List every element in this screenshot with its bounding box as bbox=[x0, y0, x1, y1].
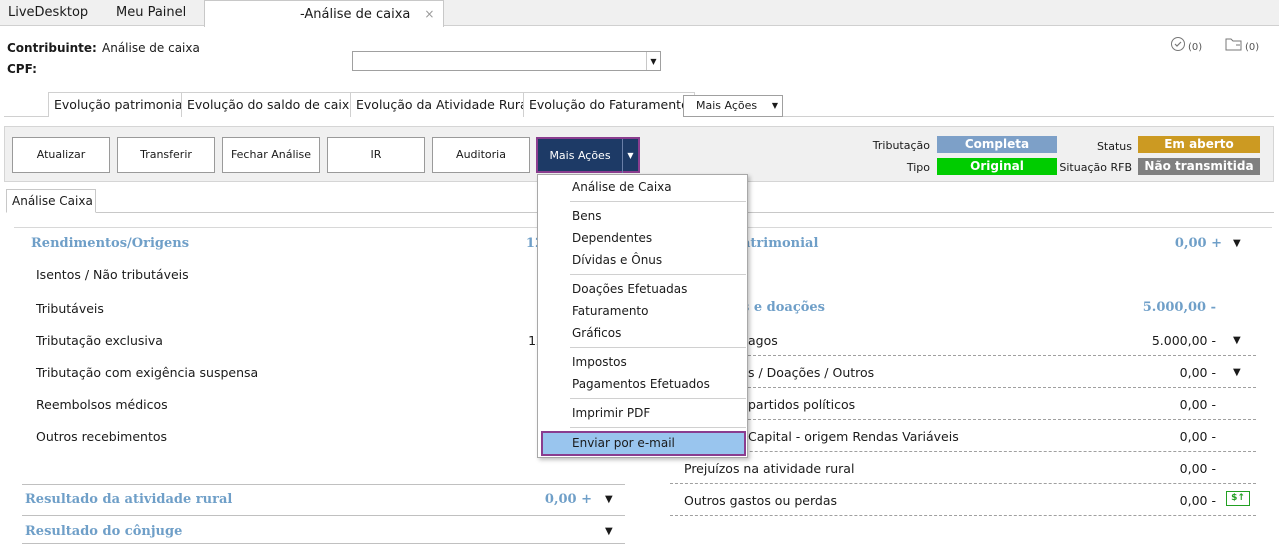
contribuinte-label: Contribuinte: bbox=[7, 41, 97, 55]
check-circle-icon[interactable] bbox=[1170, 36, 1186, 52]
patrimonial-value: 0,00 + bbox=[1174, 236, 1222, 251]
resultado-rural-title[interactable]: Resultado da atividade rural bbox=[25, 492, 232, 507]
doacoes-title[interactable]: s e doações bbox=[742, 300, 825, 315]
fechar-analise-button[interactable]: Fechar Análise bbox=[222, 137, 320, 173]
mais-acoes-label: Mais Ações bbox=[549, 149, 611, 162]
row-doacoes-outros-value: 0,00 - bbox=[1179, 365, 1216, 380]
row-tributacao-exclusiva-label: Tributação exclusiva bbox=[36, 333, 163, 348]
divider-line bbox=[22, 484, 625, 485]
row-separator bbox=[670, 451, 1256, 452]
row-separator bbox=[748, 387, 1256, 388]
row-prejuizos-label: Prejuízos na atividade rural bbox=[684, 461, 855, 476]
row-isentos-label: Isentos / Não tributáveis bbox=[36, 267, 189, 282]
row-outros-gastos-label: Outros gastos ou perdas bbox=[684, 493, 837, 508]
caret-down-icon[interactable]: ▼ bbox=[1233, 367, 1241, 378]
subtab-evolucao-patrimonial[interactable]: Evolução patrimonial bbox=[48, 92, 192, 117]
subtab-evolucao-faturamento[interactable]: Evolução do Faturamento bbox=[523, 92, 695, 117]
menu-separator bbox=[570, 347, 746, 348]
row-reembolsos-label: Reembolsos médicos bbox=[36, 397, 168, 412]
tributacao-badge: Completa bbox=[937, 136, 1057, 153]
contribuinte-value: Análise de caixa bbox=[102, 41, 200, 55]
menu-separator bbox=[570, 427, 746, 428]
tab-analise-caixa[interactable]: -Análise de caixa × bbox=[204, 0, 444, 27]
menu-separator bbox=[570, 398, 746, 399]
subtab-mais-acoes-label: Mais Ações bbox=[696, 99, 758, 112]
menu-item-bens[interactable]: Bens bbox=[572, 209, 601, 223]
caret-down-icon: ▼ bbox=[771, 101, 778, 110]
menu-item-enviar-email[interactable]: Enviar por e-mail bbox=[541, 431, 746, 456]
resultado-rural-value: 0,00 + bbox=[544, 492, 592, 507]
menu-item-faturamento[interactable]: Faturamento bbox=[572, 304, 648, 318]
menu-item-dividas[interactable]: Dívidas e Ônus bbox=[572, 253, 662, 267]
row-capital-label: Capital - origem Rendas Variáveis bbox=[748, 429, 959, 444]
menu-item-dependentes[interactable]: Dependentes bbox=[572, 231, 652, 245]
tab-meu-painel[interactable]: Meu Painel bbox=[110, 0, 192, 26]
row-outros-gastos-value: 0,00 - bbox=[1179, 493, 1216, 508]
caret-down-icon[interactable]: ▼ bbox=[1233, 238, 1241, 249]
row-partidos-value: 0,00 - bbox=[1179, 397, 1216, 412]
ir-button[interactable]: IR bbox=[327, 137, 425, 173]
money-up-label: $↑ bbox=[1231, 493, 1245, 503]
folder-icon[interactable] bbox=[1225, 36, 1243, 52]
subtab-mais-acoes-select[interactable]: Mais Ações ▼ bbox=[683, 95, 783, 117]
menu-item-doacoes[interactable]: Doações Efetuadas bbox=[572, 282, 687, 296]
caret-down-icon[interactable]: ▼ bbox=[605, 494, 613, 505]
row-separator bbox=[670, 515, 1256, 516]
menu-item-analise-caixa[interactable]: Análise de Caixa bbox=[572, 180, 672, 194]
row-pagos-label: agos bbox=[748, 333, 778, 348]
row-separator bbox=[748, 419, 1256, 420]
menu-item-impostos[interactable]: Impostos bbox=[572, 355, 627, 369]
row-exigencia-suspensa-label: Tributação com exigência suspensa bbox=[36, 365, 259, 380]
mais-acoes-menu: Análise de Caixa Bens Dependentes Dívida… bbox=[537, 174, 748, 458]
rendimentos-title[interactable]: Rendimentos/Origens bbox=[31, 236, 189, 251]
row-pagos-value: 5.000,00 - bbox=[1151, 333, 1216, 348]
menu-item-graficos[interactable]: Gráficos bbox=[572, 326, 621, 340]
row-separator bbox=[748, 355, 1256, 356]
chevron-down-icon: ▼ bbox=[646, 52, 660, 70]
doacoes-value: 5.000,00 - bbox=[1142, 300, 1216, 315]
subtab-evolucao-rural[interactable]: Evolução da Atividade Rural bbox=[350, 92, 538, 117]
subtab-evolucao-saldo[interactable]: Evolução do saldo de caixa bbox=[181, 92, 363, 117]
row-partidos-label: partidos políticos bbox=[748, 397, 856, 412]
caret-down-icon[interactable]: ▼ bbox=[1233, 335, 1241, 346]
situacao-rfb-label: Situação RFB bbox=[1059, 161, 1132, 174]
resultado-conjuge-title[interactable]: Resultado do cônjuge bbox=[25, 524, 182, 539]
chevron-down-icon[interactable]: ▼ bbox=[622, 139, 638, 173]
transferir-button[interactable]: Transferir bbox=[117, 137, 215, 173]
tributacao-label: Tributação bbox=[872, 139, 930, 152]
tab-livedesktop[interactable]: LiveDesktop bbox=[2, 0, 94, 26]
close-icon[interactable]: × bbox=[424, 7, 434, 21]
row-capital-value: 0,00 - bbox=[1179, 429, 1216, 444]
cpf-label: CPF: bbox=[7, 62, 37, 76]
tipo-label: Tipo bbox=[906, 161, 930, 174]
divider-line bbox=[22, 515, 625, 516]
menu-item-enviar-email-label: Enviar por e-mail bbox=[572, 436, 675, 450]
row-tributaveis-label: Tributáveis bbox=[36, 301, 104, 316]
mais-acoes-button[interactable]: Mais Ações ▼ bbox=[536, 137, 640, 173]
tab-analise-caixa-content[interactable]: Análise Caixa bbox=[6, 189, 96, 213]
auditoria-button[interactable]: Auditoria bbox=[432, 137, 530, 173]
row-outros-recebimentos-label: Outros recebimentos bbox=[36, 429, 168, 444]
row-doacoes-outros-label: s / Doações / Outros bbox=[748, 365, 875, 380]
top-tab-bar: LiveDesktop Meu Painel -Análise de caixa… bbox=[0, 0, 1279, 27]
status-label: Status bbox=[1096, 140, 1132, 153]
menu-item-imprimir-pdf[interactable]: Imprimir PDF bbox=[572, 406, 650, 420]
patrimonial-title[interactable]: atrimonial bbox=[742, 236, 818, 251]
menu-separator bbox=[570, 201, 746, 202]
menu-item-pagamentos[interactable]: Pagamentos Efetuados bbox=[572, 377, 710, 391]
caret-down-icon[interactable]: ▼ bbox=[605, 526, 613, 537]
notif-count: (0) bbox=[1188, 42, 1203, 53]
money-up-icon[interactable]: $↑ bbox=[1226, 491, 1250, 506]
divider-line bbox=[22, 543, 625, 544]
situacao-rfb-badge: Não transmitida bbox=[1138, 158, 1260, 175]
folder-count: (0) bbox=[1245, 42, 1260, 53]
row-prejuizos-value: 0,00 - bbox=[1179, 461, 1216, 476]
tipo-badge: Original bbox=[937, 158, 1057, 175]
menu-separator bbox=[570, 274, 746, 275]
status-badge: Em aberto bbox=[1138, 136, 1260, 153]
row-separator bbox=[670, 483, 1256, 484]
contribuinte-select[interactable]: ▼ bbox=[352, 51, 661, 71]
atualizar-button[interactable]: Atualizar bbox=[12, 137, 110, 173]
tab-analise-label: -Análise de caixa bbox=[300, 7, 411, 22]
